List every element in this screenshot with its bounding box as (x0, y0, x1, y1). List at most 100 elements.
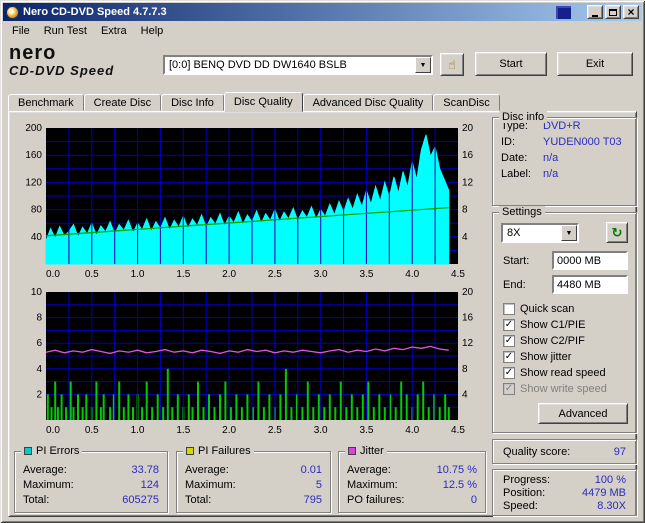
chevron-down-icon: ▼ (565, 229, 573, 237)
menu-file[interactable]: File (5, 23, 37, 39)
start-position-label: Start: (503, 254, 530, 267)
drive-selector[interactable]: [0:0] BENQ DVD DD DW1640 BSLB ▼ (163, 55, 433, 75)
settings-panel: Settings 8X ▼ ↻ Start: End: ✓ Quick scan … (492, 206, 637, 433)
start-position-input[interactable] (552, 251, 628, 270)
checkbox-box[interactable]: ✓ (503, 319, 515, 331)
disc-type-value: DVD+R (543, 120, 581, 132)
jitter-panel: Jitter Average: 10.75 % Maximum: 12.5 % PO… (338, 445, 486, 513)
disc-id-value: YUDEN000 T03 (543, 136, 622, 148)
tab-disc-quality[interactable]: Disc Quality (223, 92, 303, 112)
menu-run-test[interactable]: Run Test (37, 23, 94, 39)
axis-tick-label: 2.0 (222, 425, 236, 436)
checkbox-box[interactable]: ✓ (503, 367, 515, 379)
advanced-button-label: Advanced (558, 407, 608, 420)
minimize-button[interactable] (587, 5, 603, 19)
titlebar-extra-button[interactable] (556, 5, 571, 19)
check-icon: ✓ (504, 334, 514, 346)
checkbox-box[interactable]: ✓ (503, 383, 515, 395)
tab-advanced-disc-quality[interactable]: Advanced Disc Quality (302, 94, 434, 111)
checkbox-label: Show write speed (520, 383, 607, 395)
stat-label: Total: (185, 494, 212, 506)
disc-info-title: Disc info (499, 111, 548, 123)
stat-label: Maximum: (185, 479, 236, 491)
checkbox-show-jitter[interactable]: ✓ Show jitter (503, 349, 632, 365)
menu-bar: File Run Test Extra Help (3, 21, 642, 40)
progress-panel: Progress: 100 % Position: 4479 MB Speed: 8.… (492, 469, 637, 516)
position-value: 4479 MB (581, 487, 626, 499)
checkbox-box[interactable]: ✓ (503, 335, 515, 347)
checkbox-show-c2-pif[interactable]: ✓ Show C2/PIF (503, 333, 632, 349)
maximize-button[interactable] (605, 5, 621, 19)
start-button-label: Start (499, 58, 523, 70)
axis-tick-label: 80 (31, 205, 43, 216)
stat-value: 124 (140, 479, 159, 491)
axis-tick-label: 8 (462, 205, 468, 216)
close-button[interactable]: × (623, 5, 639, 19)
speed-selector-dropdown-button[interactable]: ▼ (561, 225, 577, 241)
tab-disc-info[interactable]: Disc Info (161, 94, 224, 111)
minimize-icon (592, 14, 598, 17)
pi-errors-legend-swatch (24, 447, 32, 455)
speed-selector[interactable]: 8X ▼ (501, 223, 579, 243)
pi-errors-panel: PI Errors Average: 33.78 Maximum: 124 Tota… (14, 445, 168, 513)
stat-value: 12.5 % (442, 479, 477, 491)
close-icon: × (627, 4, 635, 19)
checkbox-box[interactable]: ✓ (503, 351, 515, 363)
maximize-icon (609, 8, 617, 16)
check-icon: ✓ (504, 350, 514, 362)
checkbox-show-write-speed[interactable]: ✓ Show write speed (503, 381, 632, 397)
axis-tick-label: 4.0 (405, 425, 419, 436)
jitter-title: Jitter (360, 445, 384, 457)
axis-tick-label: 16 (462, 313, 474, 324)
axis-tick-label: 10 (31, 287, 43, 298)
pif-jitter-chart: 2 4 6 8 10 4 8 12 16 20 0.0 0.5 1.0 1.5 2.0 2.5 3.0 3.5 4.… (31, 287, 474, 436)
tab-scandisc[interactable]: ScanDisc (433, 94, 500, 111)
axis-tick-label: 1.5 (176, 425, 190, 436)
axis-tick-label: 4 (462, 232, 468, 243)
end-position-input[interactable] (552, 275, 628, 294)
axis-tick-label: 1.0 (131, 269, 145, 280)
tab-benchmark[interactable]: Benchmark (8, 94, 84, 111)
pie-read-speed-chart: 40 80 120 160 200 4 8 12 16 20 0.0 0.5 1.0 1.5 2.0 2.5 3… (25, 123, 474, 280)
stat-value: 0 (470, 494, 477, 506)
drive-selector-dropdown-button[interactable]: ▼ (415, 57, 431, 73)
quality-score-label: Quality score: (503, 445, 571, 458)
app-icon (6, 5, 19, 19)
menu-help[interactable]: Help (134, 23, 171, 39)
settings-title: Settings (499, 206, 545, 218)
tab-create-disc[interactable]: Create Disc (83, 94, 162, 111)
hand-tool-button[interactable]: ☝ (440, 53, 464, 76)
checkbox-show-c1-pie[interactable]: ✓ Show C1/PIE (503, 317, 632, 333)
advanced-button[interactable]: Advanced (538, 403, 628, 424)
axis-tick-label: 4.5 (451, 269, 465, 280)
checkbox-label: Show C1/PIE (520, 319, 586, 331)
axis-tick-label: 4.5 (451, 425, 465, 436)
start-button[interactable]: Start (475, 52, 547, 76)
refresh-icon: ↻ (611, 224, 623, 240)
menu-extra[interactable]: Extra (94, 23, 134, 39)
refresh-button[interactable]: ↻ (606, 222, 628, 243)
axis-tick-label: 12 (462, 177, 474, 188)
axis-tick-label: 0.5 (85, 425, 99, 436)
axis-tick-label: 8 (462, 364, 468, 375)
titlebar-buttons: × (556, 5, 639, 19)
exit-button[interactable]: Exit (557, 52, 633, 76)
chevron-down-icon: ▼ (419, 61, 427, 69)
stat-value: 0.01 (300, 464, 322, 476)
disc-date-value: n/a (543, 152, 559, 164)
stat-value: 33.78 (131, 464, 159, 476)
check-icon: ✓ (504, 382, 514, 394)
pi-failures-title: PI Failures (198, 445, 251, 457)
speed-selector-value: 8X (507, 227, 521, 239)
check-icon: ✓ (504, 366, 514, 378)
checkbox-show-read-speed[interactable]: ✓ Show read speed (503, 365, 632, 381)
stat-label: Average: (23, 464, 67, 476)
quality-score-value: 97 (613, 445, 626, 458)
hand-icon: ☝ (448, 56, 456, 72)
logo-wordmark: nero (9, 42, 57, 64)
tab-strip: Benchmark Create Disc Disc Info Disc Qua… (8, 92, 500, 112)
disc-info-label: Label: (501, 168, 531, 180)
checkbox-box[interactable]: ✓ (503, 303, 515, 315)
checkbox-quick-scan[interactable]: ✓ Quick scan (503, 301, 632, 317)
speed-value: 8.30X (597, 500, 626, 512)
